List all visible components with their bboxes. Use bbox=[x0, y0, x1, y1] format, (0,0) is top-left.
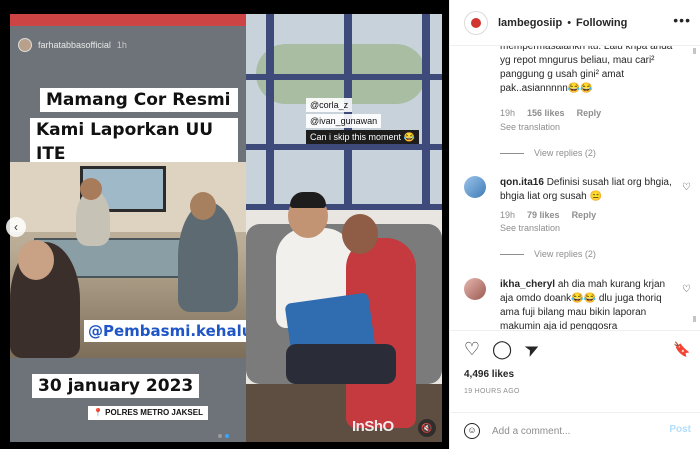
comment-input[interactable] bbox=[492, 421, 652, 441]
overlay-subtitle: Can i skip this moment 😂 bbox=[306, 130, 419, 144]
comment-time: 19h bbox=[500, 210, 516, 220]
story-avatar bbox=[18, 38, 32, 52]
see-translation-link[interactable]: See translation bbox=[500, 122, 560, 132]
replies-line bbox=[500, 253, 524, 255]
header-separator: • bbox=[567, 16, 572, 29]
comment-time: 19h bbox=[500, 108, 516, 118]
story-time: 1h bbox=[116, 40, 127, 50]
caption-line-2: Kami Laporkan UU ITE bbox=[30, 118, 238, 166]
carousel-dots bbox=[218, 434, 229, 438]
comment-likes[interactable]: 79 likes bbox=[527, 210, 560, 220]
handle-tag: @Pembasmi.kehaluan.reall bbox=[84, 320, 246, 342]
comment-icon[interactable]: ◯ bbox=[492, 339, 512, 359]
carousel-dot-active bbox=[225, 434, 229, 438]
mute-icon[interactable]: 🔇 bbox=[418, 419, 436, 437]
carousel-dot bbox=[218, 434, 222, 438]
comment-text: mempermasalahkn itu. Lalu knpa anda yg r… bbox=[500, 46, 673, 94]
comment-likes[interactable]: 156 likes bbox=[527, 108, 565, 118]
scrollbar-down[interactable] bbox=[693, 316, 696, 322]
commenter-username[interactable]: qon.ita16 bbox=[500, 177, 544, 188]
bookmark-icon[interactable]: 🔖 bbox=[672, 339, 692, 359]
story-username: farhatabbasofficial bbox=[38, 40, 111, 50]
share-icon[interactable]: ➤ bbox=[519, 336, 546, 363]
date-label: 30 january 2023 bbox=[32, 374, 200, 398]
video-overlay-text: @corla_z @ivan_gunawan Can i skip this m… bbox=[306, 98, 432, 146]
comment-like-icon[interactable]: ♡ bbox=[682, 284, 691, 295]
following-button[interactable]: Following bbox=[576, 17, 627, 29]
inshot-watermark: InShO bbox=[352, 418, 394, 435]
likes-count[interactable]: 4,496 likes bbox=[464, 369, 514, 380]
story-caption: Mamang Cor Resmi Kami Laporkan UU ITE bbox=[30, 88, 238, 172]
reply-button[interactable]: Reply bbox=[577, 108, 602, 118]
comment-meta: 19h 156 likes Reply bbox=[500, 108, 601, 118]
post-actions: ♡ ◯ ➤ 🔖 bbox=[450, 330, 700, 370]
comment-text: qon.ita16 Definisi susah liat org bhgia,… bbox=[500, 176, 676, 204]
see-translation-link[interactable]: See translation bbox=[500, 223, 560, 233]
comment-like-icon[interactable]: ♡ bbox=[682, 182, 691, 193]
like-icon[interactable]: ♡ bbox=[462, 339, 482, 359]
commenter-avatar[interactable] bbox=[464, 278, 486, 300]
comments-list[interactable]: mempermasalahkn itu. Lalu knpa anda yg r… bbox=[450, 46, 700, 330]
add-comment-bar: ☺ Post bbox=[450, 412, 700, 449]
comment-meta: 19h 79 likes Reply bbox=[500, 210, 596, 220]
overlay-tag-ivan: @ivan_gunawan bbox=[306, 114, 382, 128]
comment-text: ikha_cheryl ah dia mah kurang krjan aja … bbox=[500, 278, 676, 330]
post-header: lambegosiip • Following ••• bbox=[450, 0, 700, 46]
posted-time[interactable]: 19 HOURS AGO bbox=[464, 388, 520, 395]
emoji-icon[interactable]: ☺ bbox=[464, 423, 480, 439]
replies-line bbox=[500, 152, 524, 154]
overlay-tag-corla: @corla_z bbox=[306, 98, 353, 112]
carousel-prev-button[interactable]: ‹ bbox=[6, 217, 26, 237]
post-button[interactable]: Post bbox=[669, 424, 691, 435]
post-side-panel: lambegosiip • Following ••• mempermasala… bbox=[449, 0, 700, 449]
location-label: 📍 POLRES METRO JAKSEL bbox=[88, 406, 208, 420]
caption-line-1: Mamang Cor Resmi bbox=[40, 88, 238, 112]
story-progress-bar bbox=[10, 14, 246, 26]
view-replies-button[interactable]: View replies (2) bbox=[500, 249, 596, 259]
account-avatar[interactable] bbox=[464, 10, 488, 35]
view-replies-button[interactable]: View replies (2) bbox=[500, 148, 596, 158]
view-replies-label: View replies (2) bbox=[534, 148, 596, 158]
commenter-username[interactable]: ikha_cheryl bbox=[500, 279, 555, 290]
video-clip[interactable]: @corla_z @ivan_gunawan Can i skip this m… bbox=[246, 14, 442, 442]
story-header: farhatabbasofficial 1h bbox=[18, 38, 127, 52]
scrollbar-up[interactable] bbox=[693, 48, 696, 54]
reply-button[interactable]: Reply bbox=[572, 210, 597, 220]
view-replies-label: View replies (2) bbox=[534, 249, 596, 259]
post-media[interactable]: farhatabbasofficial 1h Mamang Cor Resmi … bbox=[0, 0, 449, 449]
commenter-avatar[interactable] bbox=[464, 176, 486, 198]
account-username[interactable]: lambegosiip bbox=[498, 17, 562, 29]
story-screenshot: farhatabbasofficial 1h Mamang Cor Resmi … bbox=[10, 14, 246, 442]
more-options-icon[interactable]: ••• bbox=[673, 12, 691, 28]
